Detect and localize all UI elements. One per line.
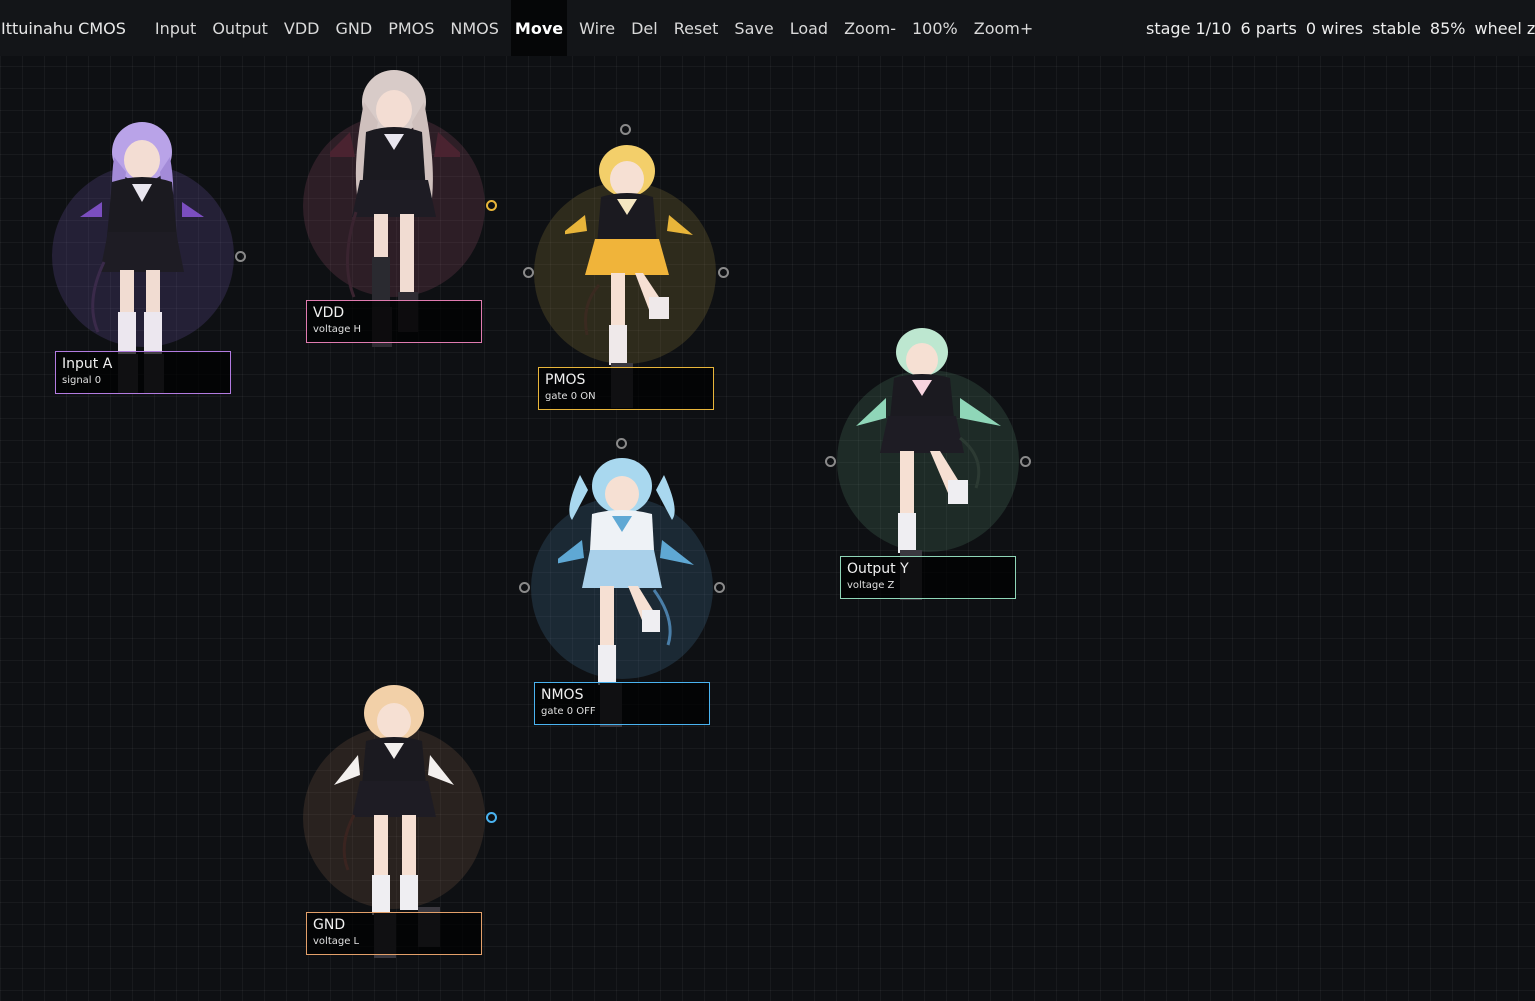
part-value: voltage L [313,936,360,947]
part-name: GND [313,917,346,933]
status-stage: stage 1/10 [1146,18,1232,38]
part-value: signal 0 [62,375,102,386]
menu-pmos-button[interactable]: PMOS [384,0,438,56]
status-percent: 85% [1429,18,1466,38]
zoom-level-button[interactable]: 100% [908,0,962,56]
part-name: NMOS [541,687,584,703]
menu-output-button[interactable]: Output [208,0,272,56]
status-hint: wheel zoom [1474,18,1535,38]
part-name: Output Y [847,561,909,577]
status-simulation-state: stable [1372,18,1421,38]
menu-save-button[interactable]: Save [730,0,777,56]
part-value: gate 0 OFF [541,706,596,717]
menu-vdd-button[interactable]: VDD [280,0,324,56]
part-name: VDD [313,305,345,321]
menu-input-button[interactable]: Input [151,0,200,56]
part-name: PMOS [545,372,586,388]
menu-load-button[interactable]: Load [786,0,832,56]
menu-delete-button[interactable]: Del [627,0,662,56]
app-title: Ittuinahu CMOS [1,18,126,38]
menu-nmos-button[interactable]: NMOS [446,0,503,56]
status-wires-count: 0 wires [1305,18,1364,38]
port-source[interactable] [523,267,534,278]
port-output[interactable] [235,251,246,262]
port-gate[interactable] [616,438,627,449]
menu-reset-button[interactable]: Reset [670,0,723,56]
part-name: Input A [62,356,113,372]
menu-gnd-button[interactable]: GND [332,0,377,56]
port-input-left[interactable] [825,456,836,467]
part-label: GND voltage L [306,912,482,955]
part-label: Output Y voltage Z [840,556,1016,599]
port-drain[interactable] [718,267,729,278]
part-label: PMOS gate 0 ON [538,367,714,410]
part-label: Input A signal 0 [55,351,231,394]
port-drain[interactable] [714,582,725,593]
port-output[interactable] [486,200,497,211]
part-value: gate 0 ON [545,391,596,402]
port-output[interactable] [486,812,497,823]
part-label: VDD voltage H [306,300,482,343]
port-input-right[interactable] [1020,456,1031,467]
zoom-out-button[interactable]: Zoom- [840,0,900,56]
part-value: voltage H [313,324,362,335]
menu-wire-button[interactable]: Wire [575,0,619,56]
status-parts-count: 6 parts [1240,18,1297,38]
zoom-in-button[interactable]: Zoom+ [970,0,1038,56]
menu-move-button[interactable]: Move [510,0,568,56]
port-source[interactable] [519,582,530,593]
status-bar: stage 1/10 6 parts 0 wires stable 85% wh… [1146,0,1535,56]
circuit-canvas[interactable] [0,0,1535,1001]
menu-bar: Input Output VDD GND PMOS NMOS Move Wire… [147,0,1041,56]
part-value: voltage Z [847,580,895,591]
port-gate[interactable] [620,124,631,135]
part-label: NMOS gate 0 OFF [534,682,710,725]
toolbar: Ittuinahu CMOS Input Output VDD GND PMOS… [0,0,1535,56]
